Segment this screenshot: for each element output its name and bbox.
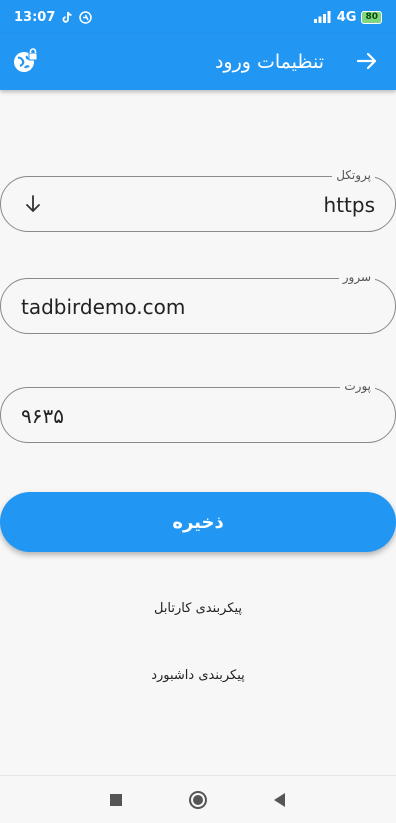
battery-icon: 80	[361, 10, 382, 24]
tiktok-icon	[62, 11, 72, 23]
server-field[interactable]: سرور tadbirdemo.com	[0, 270, 396, 335]
app-bar: تنظیمات ورود	[0, 34, 396, 90]
arrow-right-icon[interactable]	[356, 50, 378, 72]
page-title: تنظیمات ورود	[214, 51, 324, 73]
cartable-config-link[interactable]: پیکربندی کارتابل	[0, 601, 396, 616]
server-label: سرور	[338, 270, 375, 284]
status-bar-left: 13:07	[14, 9, 93, 25]
status-bar-right: 4G 80	[313, 9, 382, 25]
cartable-config-label: پیکربندی کارتابل	[153, 601, 243, 616]
status-bar: 13:07 4G 80	[0, 0, 396, 34]
server-input[interactable]: tadbirdemo.com	[21, 279, 185, 335]
recent-apps-icon[interactable]	[106, 790, 126, 810]
protocol-dropdown[interactable]: پروتکل https	[0, 168, 396, 232]
save-button[interactable]: ذخیره	[0, 492, 396, 552]
status-time: 13:07	[14, 9, 56, 25]
system-nav-bar	[0, 775, 396, 823]
signal-icon	[313, 11, 331, 23]
protocol-value: https	[323, 193, 375, 217]
screen: 13:07 4G 80 تنظیمات ورود پروتکل https سر…	[0, 0, 396, 823]
battery-level: 80	[365, 11, 378, 22]
at-sign-icon	[79, 10, 93, 24]
home-icon[interactable]	[188, 790, 208, 810]
dashboard-config-label: پیکربندی داشبورد	[151, 668, 245, 683]
save-button-label: ذخیره	[172, 511, 224, 533]
port-label: پورت	[340, 379, 375, 393]
port-input[interactable]: ۹۶۳۵	[21, 388, 64, 444]
network-type: 4G	[336, 9, 357, 25]
back-icon[interactable]	[270, 790, 290, 810]
arrow-down-icon[interactable]	[23, 194, 43, 214]
globe-lock-icon[interactable]	[12, 48, 38, 74]
dashboard-config-link[interactable]: پیکربندی داشبورد	[0, 668, 396, 683]
port-field[interactable]: پورت ۹۶۳۵	[0, 379, 396, 444]
